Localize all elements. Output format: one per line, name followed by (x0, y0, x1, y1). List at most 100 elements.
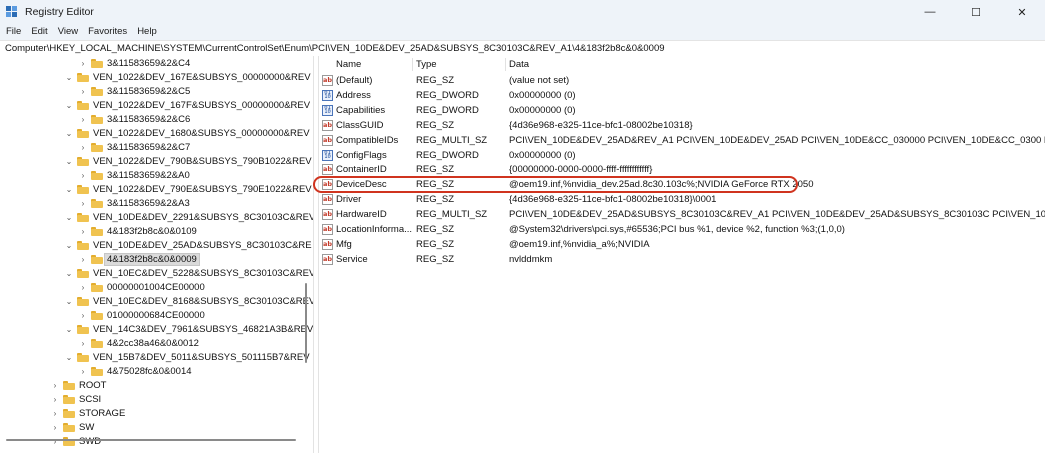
column-divider[interactable] (412, 58, 413, 71)
chevron-down-icon[interactable]: ⌄ (64, 182, 74, 196)
tree-item[interactable]: › 3&11583659&2&C4 (78, 56, 191, 70)
chevron-right-icon[interactable]: › (78, 280, 88, 294)
tree-item[interactable]: › 4&183f2b8c&0&0009 (78, 252, 200, 266)
chevron-down-icon[interactable]: ⌄ (64, 98, 74, 112)
chevron-down-icon[interactable]: ⌄ (64, 266, 74, 280)
chevron-down-icon[interactable]: ⌄ (64, 210, 74, 224)
value-row[interactable]: ab LocationInforma... REG_SZ @System32\driv… (319, 222, 1045, 237)
tree-horizontal-scrollbar[interactable] (4, 437, 300, 443)
tree-item-label: 3&11583659&2&C5 (107, 85, 191, 97)
chevron-right-icon[interactable]: › (78, 252, 88, 266)
folder-icon (77, 240, 89, 250)
tree-vertical-scroll-thumb[interactable] (305, 283, 307, 363)
tree-item[interactable]: › 4&75028fc&0&0014 (78, 364, 192, 378)
minimize-button[interactable]: — (907, 0, 953, 24)
tree-item[interactable]: ⌄ VEN_1022&DEV_167F&SUBSYS_00000000&REV (64, 98, 310, 112)
chevron-right-icon[interactable]: › (78, 336, 88, 350)
tree-item[interactable]: › STORAGE (50, 406, 126, 420)
column-header-name[interactable]: Name (336, 58, 361, 72)
chevron-right-icon[interactable]: › (50, 406, 60, 420)
chevron-right-icon[interactable]: › (78, 84, 88, 98)
tree-item[interactable]: › 01000000684CE00000 (78, 308, 205, 322)
value-row[interactable]: ab ContainerID REG_SZ {00000000-0000-0000-f… (319, 162, 1045, 177)
value-row[interactable]: ab (Default) REG_SZ (value not set) (319, 73, 1045, 88)
tree-item[interactable]: ⌄ VEN_1022&DEV_790B&SUBSYS_790B1022&REV (64, 154, 312, 168)
value-row[interactable]: 01 10 Address REG_DWORD 0x00000000 (0) (319, 88, 1045, 103)
tree-vertical-scrollbar[interactable] (303, 58, 309, 438)
tree-item[interactable]: ⌄ VEN_10EC&DEV_5228&SUBSYS_8C30103C&REV (64, 266, 313, 280)
string-value-icon: ab (322, 75, 333, 86)
value-row[interactable]: ab Driver REG_SZ {4d36e968-e325-11ce-bfc1-0… (319, 192, 1045, 207)
chevron-down-icon[interactable]: ⌄ (64, 350, 74, 364)
maximize-button[interactable]: ☐ (953, 0, 999, 24)
chevron-right-icon[interactable]: › (50, 420, 60, 434)
chevron-down-icon[interactable]: ⌄ (64, 322, 74, 336)
tree-item[interactable]: ⌄ VEN_1022&DEV_167E&SUBSYS_00000000&REV (64, 70, 311, 84)
tree-item[interactable]: ⌄ VEN_10DE&DEV_2291&SUBSYS_8C30103C&REV (64, 210, 313, 224)
chevron-right-icon[interactable]: › (78, 308, 88, 322)
close-button[interactable]: ✕ (999, 0, 1045, 24)
tree-item[interactable]: › 4&2cc38a46&0&0012 (78, 336, 199, 350)
tree-item[interactable]: › 3&11583659&2&C5 (78, 84, 191, 98)
column-header-data[interactable]: Data (509, 58, 529, 72)
chevron-down-icon[interactable]: ⌄ (64, 126, 74, 140)
tree-item[interactable]: › SW (50, 420, 95, 434)
folder-icon (77, 324, 89, 334)
chevron-right-icon[interactable]: › (50, 378, 60, 392)
chevron-down-icon[interactable]: ⌄ (64, 154, 74, 168)
values-list[interactable]: Name Type Data ab (Default) REG_SZ (value n… (319, 56, 1045, 453)
chevron-down-icon[interactable]: ⌄ (64, 294, 74, 308)
tree-horizontal-scroll-thumb[interactable] (6, 439, 296, 441)
tree-item[interactable]: ⌄ VEN_1022&DEV_790E&SUBSYS_790E1022&REV (64, 182, 312, 196)
tree-item-label: 3&11583659&2&C7 (107, 141, 191, 153)
tree-item[interactable]: › SCSI (50, 392, 102, 406)
string-value-icon: ab (322, 253, 333, 265)
address-bar[interactable]: Computer\HKEY_LOCAL_MACHINE\SYSTEM\Curre… (0, 40, 1045, 57)
chevron-right-icon[interactable]: › (78, 56, 88, 70)
tree-item[interactable]: › 3&11583659&2&A0 (78, 168, 190, 182)
chevron-right-icon[interactable]: › (50, 392, 60, 406)
value-row[interactable]: ab Mfg REG_SZ @oem19.inf,%nvidia_a%;NVIDIA (319, 237, 1045, 252)
tree-item-label: 4&75028fc&0&0014 (107, 365, 192, 377)
key-tree[interactable]: › 3&11583659&2&C4 ⌄ VEN_1022&DEV_167E&SUBSY… (0, 56, 313, 453)
column-header-type[interactable]: Type (416, 58, 437, 72)
tree-item-label: SCSI (79, 393, 102, 405)
value-row[interactable]: ab DeviceDesc REG_SZ @oem19.inf,%nvidia_dev… (319, 177, 1045, 192)
folder-icon (63, 408, 75, 418)
tree-item[interactable]: › 3&11583659&2&C6 (78, 112, 191, 126)
menu-help[interactable]: Help (132, 24, 162, 40)
address-path[interactable]: Computer\HKEY_LOCAL_MACHINE\SYSTEM\Curre… (5, 41, 665, 56)
menu-view[interactable]: View (53, 24, 83, 40)
tree-item[interactable]: › ROOT (50, 378, 107, 392)
tree-item[interactable]: › 00000001004CE00000 (78, 280, 205, 294)
tree-item[interactable]: › 4&183f2b8c&0&0109 (78, 224, 197, 238)
chevron-right-icon[interactable]: › (78, 364, 88, 378)
value-row[interactable]: ab ClassGUID REG_SZ {4d36e968-e325-11ce-bfc… (319, 118, 1045, 133)
chevron-right-icon[interactable]: › (78, 196, 88, 210)
value-data: PCI\VEN_10DE&DEV_25AD&SUBSYS_8C30103C&RE… (509, 209, 1045, 221)
column-divider[interactable] (505, 58, 506, 71)
value-row[interactable]: 01 10 Capabilities REG_DWORD 0x00000000 (0) (319, 103, 1045, 118)
value-data: 0x00000000 (0) (509, 104, 576, 116)
string-value-icon: ab (322, 194, 333, 206)
chevron-down-icon[interactable]: ⌄ (64, 70, 74, 84)
tree-item[interactable]: ⌄ VEN_10DE&DEV_25AD&SUBSYS_8C30103C&RE (64, 238, 312, 252)
value-row[interactable]: 01 10 ConfigFlags REG_DWORD 0x00000000 (0) (319, 148, 1045, 163)
chevron-right-icon[interactable]: › (78, 112, 88, 126)
value-row[interactable]: ab Service REG_SZ nvlddmkm (319, 252, 1045, 267)
tree-item[interactable]: › 3&11583659&2&A3 (78, 196, 190, 210)
menu-edit[interactable]: Edit (26, 24, 52, 40)
chevron-right-icon[interactable]: › (78, 168, 88, 182)
tree-item[interactable]: ⌄ VEN_1022&DEV_1680&SUBSYS_00000000&REV (64, 126, 310, 140)
chevron-right-icon[interactable]: › (78, 140, 88, 154)
value-row[interactable]: ab CompatibleIDs REG_MULTI_SZ PCI\VEN_10DE&… (319, 133, 1045, 148)
menu-favorites[interactable]: Favorites (83, 24, 132, 40)
tree-item[interactable]: ⌄ VEN_10EC&DEV_8168&SUBSYS_8C30103C&REV (64, 294, 313, 308)
value-row[interactable]: ab HardwareID REG_MULTI_SZ PCI\VEN_10DE&DEV… (319, 207, 1045, 222)
tree-item[interactable]: ⌄ VEN_15B7&DEV_5011&SUBSYS_501115B7&REV (64, 350, 310, 364)
tree-item[interactable]: › 3&11583659&2&C7 (78, 140, 191, 154)
tree-item[interactable]: ⌄ VEN_14C3&DEV_7961&SUBSYS_46821A3B&REV (64, 322, 313, 336)
chevron-right-icon[interactable]: › (78, 224, 88, 238)
chevron-down-icon[interactable]: ⌄ (64, 238, 74, 252)
menu-file[interactable]: File (0, 24, 26, 40)
